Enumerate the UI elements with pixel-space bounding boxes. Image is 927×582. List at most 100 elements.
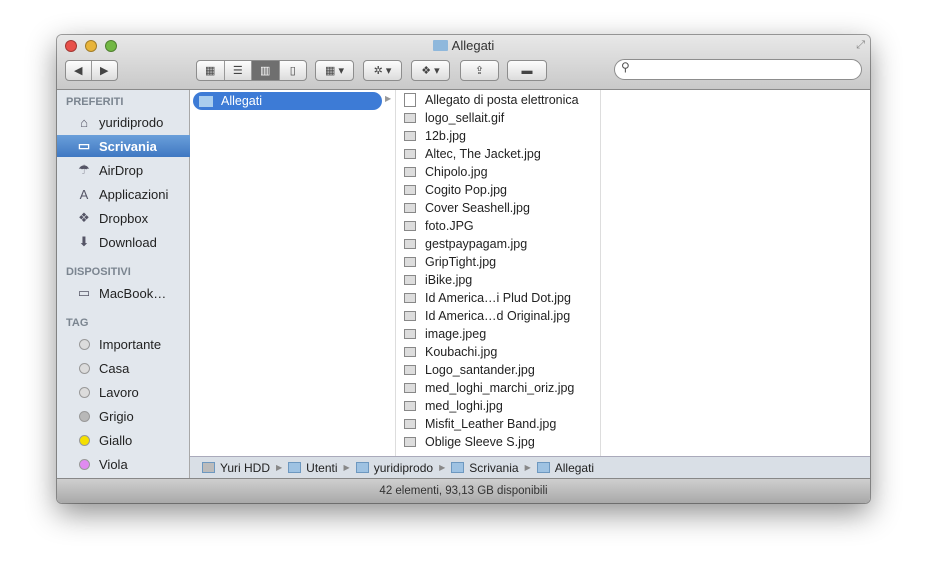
share-button[interactable]: ⇪ [460,60,499,81]
icon-view-button[interactable]: ▦ [197,61,225,80]
back-button[interactable]: ◀ [66,61,92,80]
folder-icon [536,462,550,473]
window-title-text: Allegati [451,38,495,53]
path-separator-icon: ▶ [524,463,531,472]
image-file-icon [404,347,416,357]
list-view-button[interactable]: ☰ [225,61,252,80]
path-item-label: Utenti [306,460,338,475]
file-name: image.jpeg [425,327,487,341]
path-item[interactable]: Yuri HDD [202,461,270,475]
back-forward-button[interactable]: ◀ ▶ [65,60,118,81]
forward-button[interactable]: ▶ [92,61,117,80]
sidebar-item-label: Lavoro [99,384,139,400]
tags-button[interactable]: ▬ [507,60,547,81]
sidebar-tag-giallo[interactable]: Giallo [57,429,190,451]
file-row[interactable]: Oblige Sleeve S.jpg [396,433,600,451]
window-title: Allegati [57,38,870,53]
path-item-label: yuridiprodo [373,460,434,475]
path-item[interactable]: Scrivania [451,461,519,475]
sidebar-item-dropbox[interactable]: ❖ Dropbox [57,207,190,229]
file-name: iBike.jpg [425,273,473,287]
file-row[interactable]: Chipolo.jpg [396,163,600,181]
image-file-icon [404,185,416,195]
section-header: PREFERITI [66,96,124,108]
path-separator-icon: ▶ [439,463,446,472]
sidebar-item-label: Dropbox [99,210,149,226]
dropbox-button[interactable]: ❖ ▾ [411,60,450,81]
file-row[interactable]: Id America…d Original.jpg [396,307,600,325]
sidebar-item-label: Viola [99,456,128,472]
sidebar-item-scrivania[interactable]: ▭ Scrivania [57,135,190,157]
hard-drive-icon [202,462,215,473]
sidebar-tag-grigio[interactable]: Grigio [57,405,190,427]
sidebar-tag-viola[interactable]: Viola [57,453,190,475]
folder-icon [451,462,465,473]
file-row[interactable]: foto.JPG [396,217,600,235]
sidebar-item-label: Grigio [99,408,134,424]
image-file-icon [404,131,416,141]
sidebar-item-label: yuridiprodo [99,114,164,130]
folder-row-allegati[interactable]: Allegati [193,92,382,110]
file-name: Id America…d Original.jpg [425,309,571,323]
file-row[interactable]: iBike.jpg [396,271,600,289]
sidebar-item-label: Casa [99,360,130,376]
sidebar-item-label: Scrivania [99,138,157,154]
file-row[interactable]: med_loghi_marchi_oriz.jpg [396,379,600,397]
file-row[interactable]: gestpaypagam.jpg [396,235,600,253]
file-row[interactable]: med_loghi.jpg [396,397,600,415]
file-row[interactable]: Id America…i Plud Dot.jpg [396,289,600,307]
path-separator-icon: ▶ [343,463,350,472]
sidebar-item-label: Download [99,234,157,250]
status-bar: 42 elementi, 93,13 GB disponibili [57,478,870,503]
sidebar-item-macbook[interactable]: ▭ MacBook… [57,282,190,304]
sidebar-item-label: MacBook… [99,285,167,301]
file-name: GripTight.jpg [425,255,497,269]
sidebar-item-airdrop[interactable]: ☂ AirDrop [57,159,190,181]
path-item[interactable]: Utenti [288,460,338,475]
sidebar-item-download[interactable]: ⬇ Download [57,231,190,253]
coverflow-view-button[interactable]: ▯ [280,61,307,80]
file-row[interactable]: Logo_santander.jpg [396,361,600,379]
path-item[interactable]: yuridiprodo [355,460,434,475]
folder-icon [199,95,213,107]
image-file-icon [404,383,416,393]
path-item[interactable]: Allegati [536,461,594,475]
desktop-icon: ▭ [77,138,91,153]
file-row[interactable]: Misfit_Leather Band.jpg [396,415,600,433]
disclosure-arrow-icon: ▶ [385,94,392,103]
folder-icon [432,40,448,51]
arrange-button[interactable]: ▦ ▾ [315,60,354,81]
file-row[interactable]: Cover Seashell.jpg [396,199,600,217]
path-item-label: Yuri HDD [220,460,271,475]
sidebar-tag-importante[interactable]: Importante [57,333,190,355]
file-row[interactable]: 12b.jpg [396,127,600,145]
column-view-button[interactable]: ▥ [252,61,280,80]
sidebar-item-label: AirDrop [99,162,144,178]
action-gear-button[interactable]: ✲ ▾ [363,60,402,81]
file-name: Id America…i Plud Dot.jpg [425,291,571,305]
sidebar-item-applicazioni[interactable]: A Applicazioni [57,183,190,205]
sidebar-tag-casa[interactable]: Casa [57,357,190,379]
file-row[interactable]: Altec, The Jacket.jpg [396,145,600,163]
file-name: Altec, The Jacket.jpg [425,147,541,161]
column-2: Allegato di posta elettronica logo_sellai… [396,90,601,456]
sidebar-item-home[interactable]: ⌂ yuridiprodo [57,111,190,133]
file-name: gestpaypagam.jpg [425,237,528,251]
fullscreen-icon[interactable]: ⤢ [856,39,865,52]
file-row[interactable]: logo_sellait.gif [396,109,600,127]
file-name: Cover Seashell.jpg [425,201,530,215]
path-separator-icon: ▶ [276,463,283,472]
file-row[interactable]: Cogito Pop.jpg [396,181,600,199]
file-row[interactable]: Allegato di posta elettronica [396,91,600,109]
sidebar-tag-lavoro[interactable]: Lavoro [57,381,190,403]
file-row[interactable]: Koubachi.jpg [396,343,600,361]
finder-window: Allegati ⤢ ◀ ▶ ▦ ☰ ▥ ▯ ▦ ▾ ✲ ▾ ❖ ▾ ⇪ ▬ ⚲ … [57,35,870,503]
file-name: logo_sellait.gif [425,111,505,125]
view-mode-control[interactable]: ▦ ☰ ▥ ▯ [196,60,307,81]
image-file-icon [404,203,416,213]
file-row[interactable]: GripTight.jpg [396,253,600,271]
airdrop-icon: ☂ [78,162,90,177]
file-row[interactable]: image.jpeg [396,325,600,343]
laptop-icon: ▭ [77,285,91,300]
search-input[interactable]: ⚲ [614,59,862,80]
